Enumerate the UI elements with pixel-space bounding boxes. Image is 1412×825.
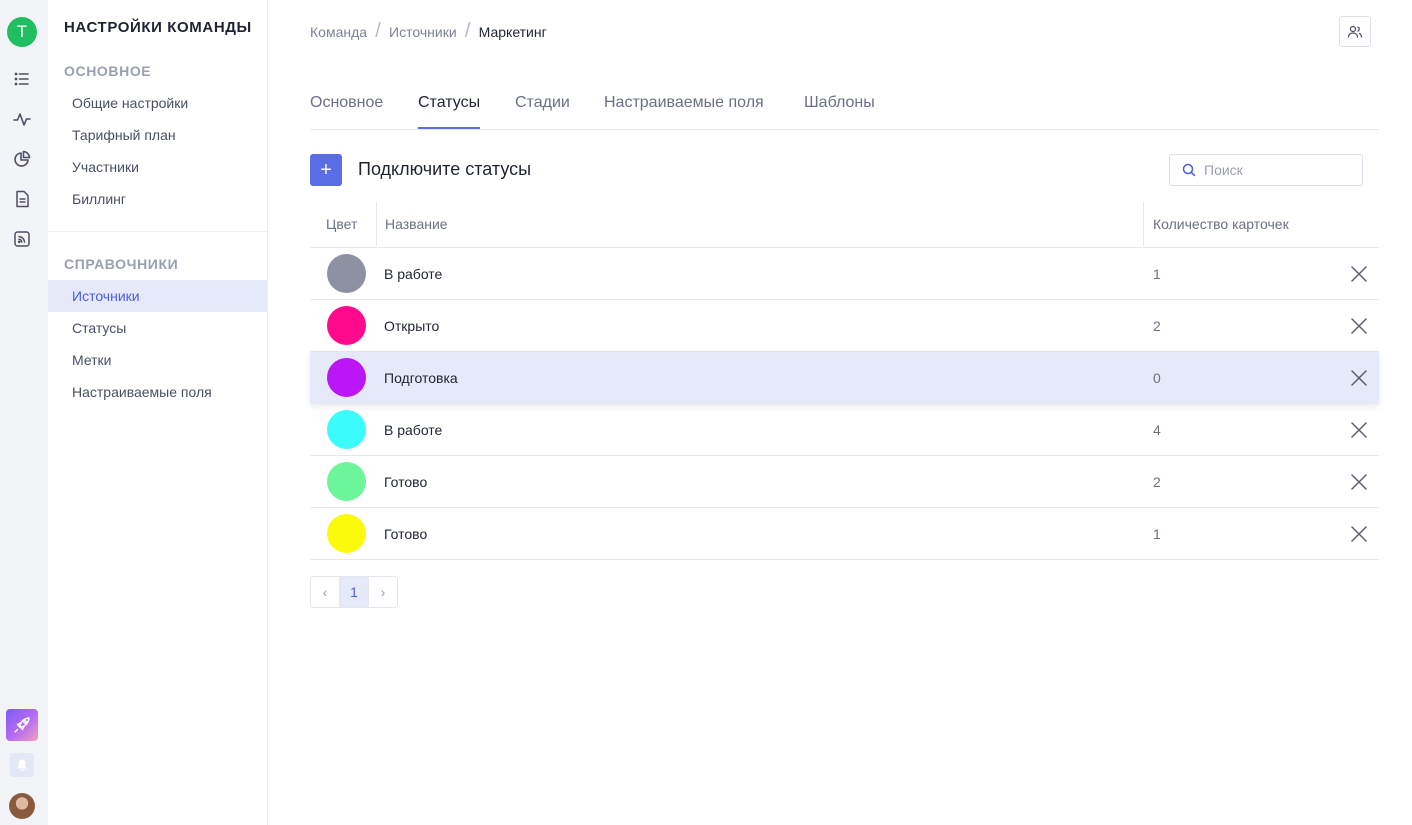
pagination-prev-button[interactable]: ‹ (310, 576, 340, 608)
close-icon (1351, 422, 1367, 438)
close-icon (1351, 370, 1367, 386)
pagination: ‹ 1 › (310, 576, 398, 608)
sidebar-section-references: СПРАВОЧНИКИ (64, 256, 179, 272)
search-icon (1182, 163, 1196, 177)
status-name: В работе (384, 266, 443, 282)
sidebar-item-custom-fields[interactable]: Настраиваемые поля (48, 376, 267, 408)
pie-chart-icon[interactable] (12, 149, 32, 169)
card-count: 4 (1153, 422, 1161, 438)
rocket-icon[interactable] (6, 709, 38, 741)
pagination-page-1[interactable]: 1 (339, 576, 369, 608)
main-content: Команда / Источники / Маркетинг Основное… (268, 0, 1412, 825)
close-icon (1351, 318, 1367, 334)
search-input[interactable] (1204, 162, 1354, 178)
status-name: В работе (384, 422, 443, 438)
team-avatar[interactable]: T (7, 17, 37, 47)
search-box (1169, 154, 1363, 186)
status-color-swatch (327, 514, 366, 553)
document-icon[interactable] (12, 189, 32, 209)
sidebar-item-billing[interactable]: Биллинг (48, 183, 267, 215)
breadcrumb-separator: / (464, 20, 471, 42)
table-row[interactable]: В работе 4 (310, 404, 1379, 456)
list-icon[interactable] (12, 69, 32, 89)
breadcrumb-separator: / (375, 20, 381, 42)
column-color: Цвет (326, 216, 358, 232)
tab-stages[interactable]: Стадии (515, 94, 570, 129)
add-status-button[interactable]: + (310, 154, 342, 186)
activity-icon[interactable] (12, 109, 32, 129)
tab-statuses[interactable]: Статусы (418, 94, 481, 129)
pagination-next-button[interactable]: › (368, 576, 398, 608)
sidebar-item-tags[interactable]: Метки (48, 344, 267, 376)
table-row[interactable]: В работе 1 (310, 248, 1379, 300)
table-row[interactable]: Готово 1 (310, 508, 1379, 560)
tab-templates[interactable]: Шаблоны (804, 94, 875, 129)
rss-icon[interactable] (12, 229, 32, 249)
user-avatar[interactable] (9, 793, 35, 819)
card-count: 0 (1153, 370, 1161, 386)
breadcrumb-team[interactable]: Команда (310, 24, 367, 40)
column-divider (376, 202, 377, 246)
close-icon (1351, 526, 1367, 542)
delete-status-button[interactable] (1348, 523, 1370, 545)
column-divider (1143, 202, 1144, 246)
column-count: Количество карточек (1153, 216, 1289, 232)
status-name: Готово (384, 474, 428, 490)
table-header: Цвет Название Количество карточек (310, 200, 1379, 248)
close-icon (1351, 474, 1367, 490)
sidebar-divider (48, 231, 267, 232)
sidebar-item-statuses[interactable]: Статусы (48, 312, 267, 344)
users-icon (1347, 25, 1363, 38)
card-count: 1 (1153, 266, 1161, 282)
status-color-swatch (327, 462, 366, 501)
statuses-table: Цвет Название Количество карточек В рабо… (310, 200, 1379, 560)
delete-status-button[interactable] (1348, 315, 1370, 337)
status-color-swatch (327, 306, 366, 345)
tab-custom-fields[interactable]: Настраиваемые поля (604, 94, 764, 129)
sidebar-item-general[interactable]: Общие настройки (48, 87, 267, 119)
delete-status-button[interactable] (1348, 367, 1370, 389)
team-members-button[interactable] (1339, 16, 1371, 47)
column-name: Название (385, 216, 448, 232)
bell-icon[interactable] (10, 753, 34, 777)
sidebar-title: НАСТРОЙКИ КОМАНДЫ (64, 19, 252, 36)
section-title: Подключите статусы (358, 159, 532, 179)
status-name: Открыто (384, 318, 440, 334)
sidebar-item-sources[interactable]: Источники (48, 280, 267, 312)
breadcrumb-sources[interactable]: Источники (389, 24, 457, 40)
delete-status-button[interactable] (1348, 471, 1370, 493)
settings-sidebar: НАСТРОЙКИ КОМАНДЫ ОСНОВНОЕ Общие настрой… (48, 0, 268, 825)
breadcrumb: Команда / Источники / Маркетинг (310, 20, 547, 43)
delete-status-button[interactable] (1348, 419, 1370, 441)
delete-status-button[interactable] (1348, 263, 1370, 285)
table-row[interactable]: Подготовка 0 (310, 352, 1379, 404)
card-count: 1 (1153, 526, 1161, 542)
status-name: Подготовка (384, 370, 458, 386)
status-name: Готово (384, 526, 428, 542)
card-count: 2 (1153, 318, 1161, 334)
breadcrumb-current: Маркетинг (478, 23, 547, 40)
icon-rail: T (0, 0, 48, 825)
tab-general[interactable]: Основное (310, 94, 383, 129)
tab-bar: Основное Статусы Стадии Настраиваемые по… (310, 90, 1379, 130)
sidebar-section-main: ОСНОВНОЕ (64, 63, 152, 79)
table-row[interactable]: Готово 2 (310, 456, 1379, 508)
status-color-swatch (327, 254, 366, 293)
card-count: 2 (1153, 474, 1161, 490)
close-icon (1351, 266, 1367, 282)
status-color-swatch (327, 410, 366, 449)
table-row[interactable]: Открыто 2 (310, 300, 1379, 352)
status-color-swatch (327, 358, 366, 397)
sidebar-item-plan[interactable]: Тарифный план (48, 119, 267, 151)
sidebar-item-members[interactable]: Участники (48, 151, 267, 183)
